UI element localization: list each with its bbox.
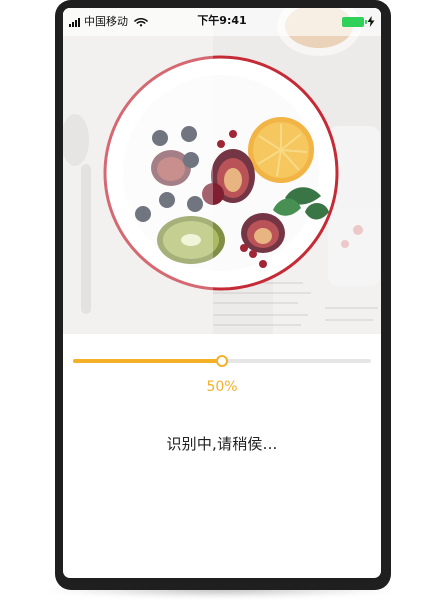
- progress-thumb: [216, 355, 228, 367]
- status-bar: 中国移动 下午9:41: [63, 8, 381, 36]
- progress-fill: [73, 359, 222, 363]
- status-time: 下午9:41: [197, 14, 247, 27]
- charging-bolt-icon: [367, 16, 375, 27]
- progress-percent: 50%: [206, 379, 238, 395]
- food-photo: [63, 8, 381, 334]
- phone-screen: 中国移动 下午9:41 50% 识别中,请稍侯...: [63, 8, 381, 578]
- battery-icon: [342, 16, 367, 27]
- progress-slider: [73, 354, 371, 368]
- status-right: [342, 16, 375, 27]
- recognition-status: 识别中,请稍侯...: [166, 435, 278, 453]
